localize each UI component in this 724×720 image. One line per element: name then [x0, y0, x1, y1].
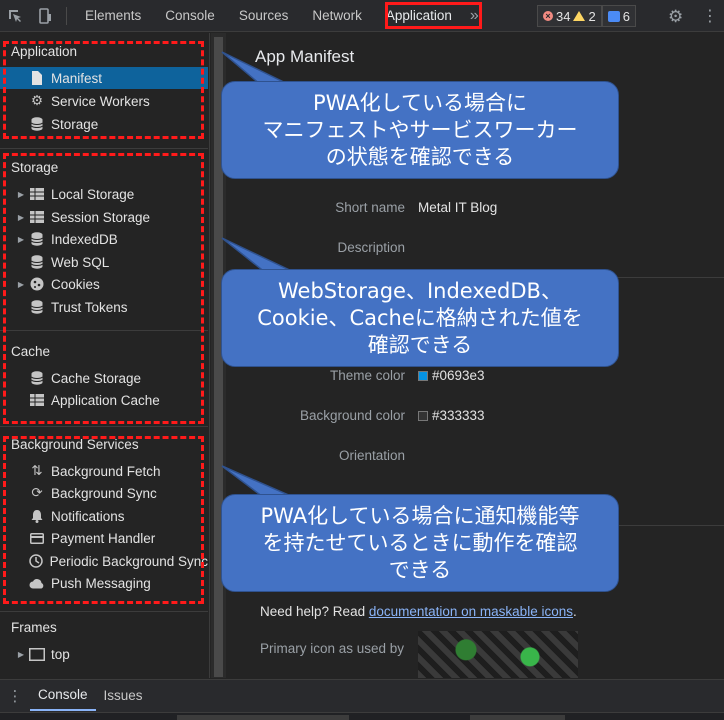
- callout-storage-note: WebStorage、IndexedDB、 Cookie、Cacheに格納された…: [221, 269, 619, 367]
- bottom-drawer: ⋮ Console Issues: [0, 679, 724, 720]
- drawer-menu-icon[interactable]: ⋮: [0, 687, 30, 705]
- callout-background-services-note: PWA化している場合に通知機能等 を持たせているときに動作を確認 できる: [221, 494, 619, 592]
- console-filter-input[interactable]: [177, 715, 349, 720]
- console-toolbar: [0, 712, 724, 720]
- drawer-tab-console[interactable]: Console: [30, 680, 96, 711]
- callout-manifest-note: PWA化している場合に マニフェストやサービスワーカー の状態を確認できる: [221, 81, 619, 179]
- console-level-select[interactable]: [470, 715, 565, 720]
- drawer-tab-issues[interactable]: Issues: [96, 680, 151, 711]
